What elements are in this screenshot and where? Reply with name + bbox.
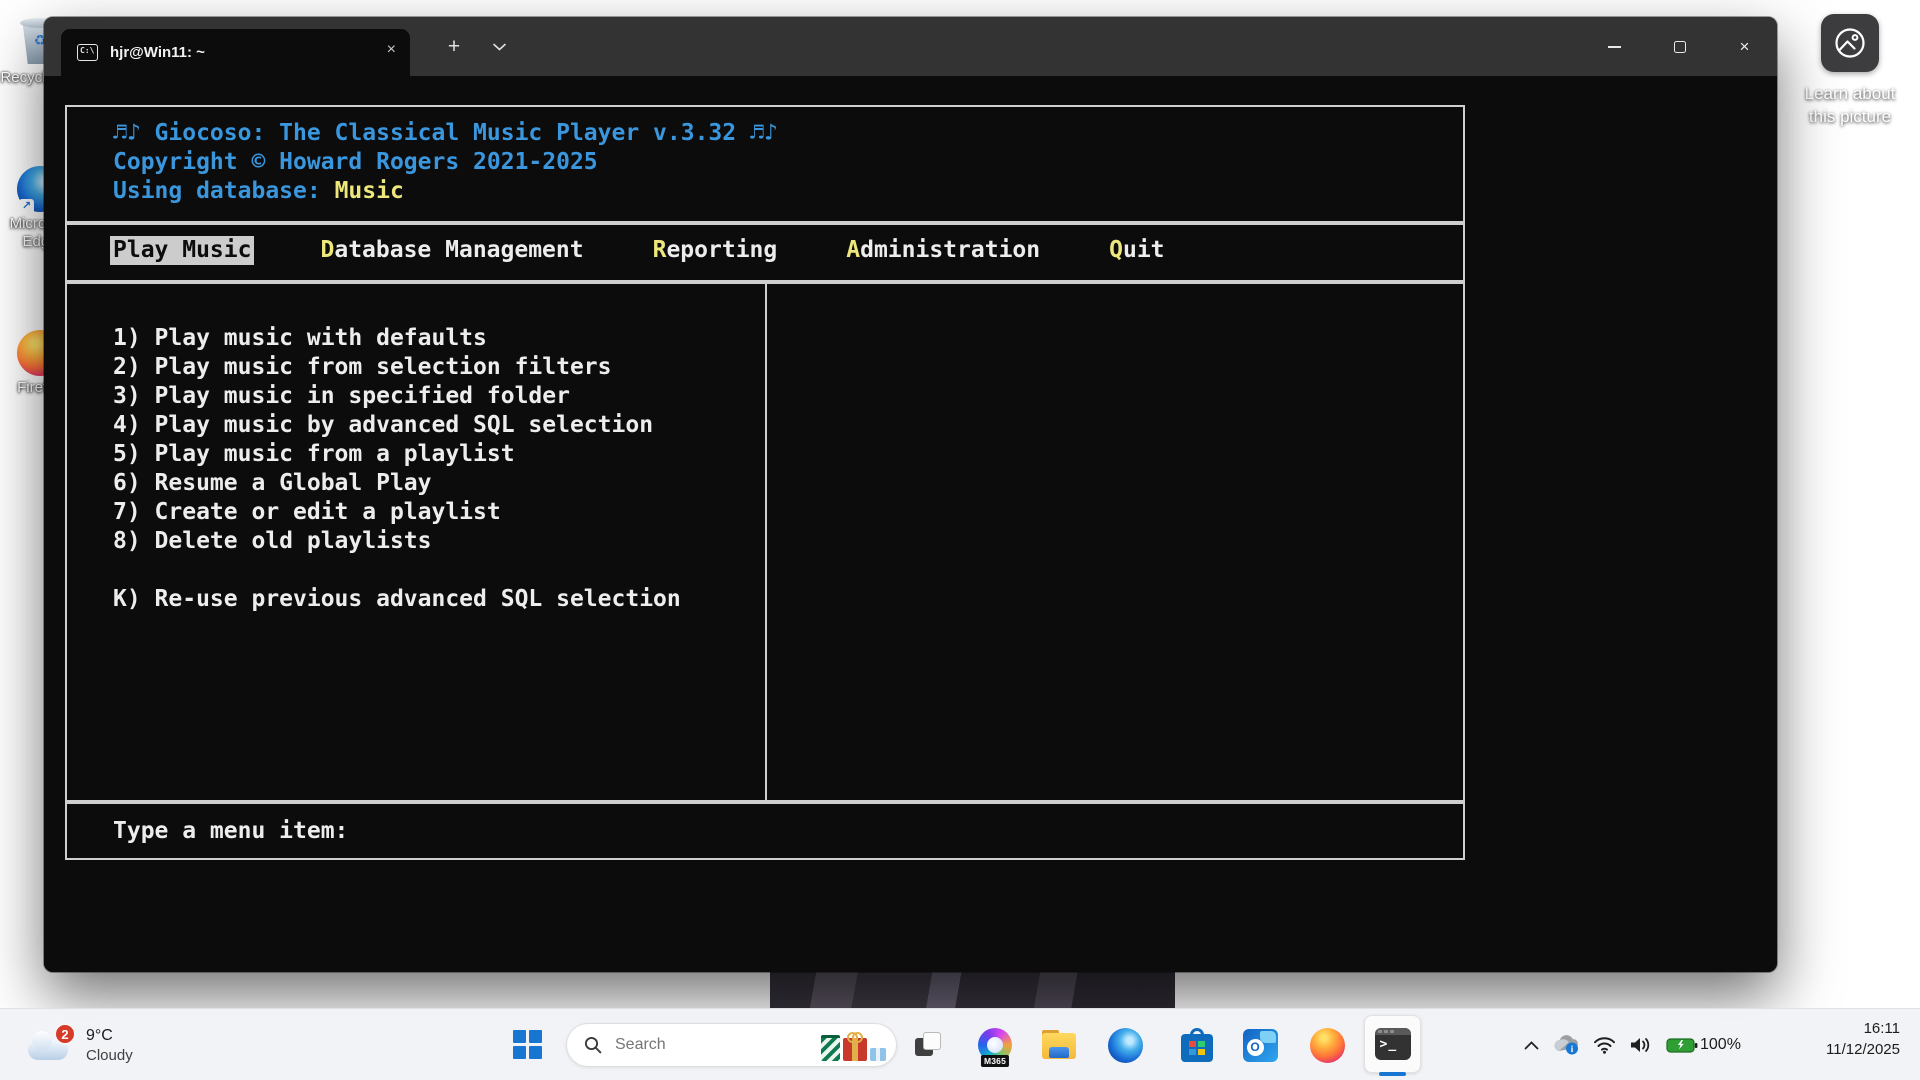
weather-temp: 9°C bbox=[86, 1027, 133, 1045]
menu-item-7[interactable]: 7) Create or edit a playlist bbox=[113, 498, 1463, 527]
menubar-item-database-management[interactable]: Database Management bbox=[320, 236, 583, 265]
firefox-button[interactable] bbox=[1308, 1026, 1346, 1064]
battery-percent: 100% bbox=[1700, 1036, 1741, 1054]
shortcut-arrow-icon: ↗ bbox=[19, 199, 34, 214]
tray-chevron-up-icon[interactable] bbox=[1524, 1041, 1539, 1050]
menu-item-8[interactable]: 8) Delete old playlists bbox=[113, 527, 1463, 556]
terminal-titlebar[interactable]: C:\ hjr@Win11: ~ × + × bbox=[44, 17, 1777, 76]
m365-badge: M365 bbox=[981, 1055, 1009, 1067]
outlook-icon: O bbox=[1243, 1029, 1278, 1062]
new-tab-button[interactable]: + bbox=[436, 17, 472, 76]
holiday-gifts-icon bbox=[821, 1035, 886, 1061]
tab-close-button[interactable]: × bbox=[387, 41, 396, 59]
tray-time: 16:11 bbox=[1826, 1020, 1900, 1037]
outlook-button[interactable]: O bbox=[1241, 1026, 1279, 1064]
cloud-icon: 2 bbox=[26, 1028, 72, 1062]
close-button[interactable]: × bbox=[1712, 17, 1777, 76]
learn-about-picture-widget[interactable]: Learn about this picture bbox=[1796, 14, 1904, 128]
pane-divider bbox=[765, 284, 767, 800]
chevron-down-icon bbox=[493, 43, 506, 51]
search-icon bbox=[584, 1036, 602, 1054]
weather-condition: Cloudy bbox=[86, 1047, 133, 1064]
giocoso-header-panel: ♬♪ Giocoso: The Classical Music Player v… bbox=[65, 105, 1465, 223]
giocoso-menu-panel: 1) Play music with defaults 2) Play musi… bbox=[65, 282, 1465, 802]
firefox-icon bbox=[1310, 1028, 1345, 1063]
start-button[interactable] bbox=[513, 1030, 543, 1060]
folder-icon bbox=[1041, 1030, 1077, 1060]
learn-about-label-line1: Learn about bbox=[1805, 84, 1896, 103]
notification-badge: 2 bbox=[54, 1023, 76, 1045]
menu-item-4[interactable]: 4) Play music by advanced SQL selection bbox=[113, 411, 1463, 440]
battery-icon bbox=[1666, 1036, 1698, 1054]
search-box[interactable] bbox=[566, 1023, 897, 1067]
m365-copilot-button[interactable]: M365 bbox=[976, 1026, 1014, 1064]
edge-button[interactable] bbox=[1106, 1026, 1144, 1064]
wifi-icon[interactable] bbox=[1593, 1036, 1616, 1054]
active-app-indicator bbox=[1379, 1072, 1406, 1076]
microsoft-store-button[interactable] bbox=[1178, 1026, 1216, 1064]
weather-widget[interactable]: 2 9°C Cloudy bbox=[26, 1009, 133, 1080]
task-view-icon bbox=[909, 1029, 947, 1061]
tab-dropdown-button[interactable] bbox=[482, 17, 516, 76]
search-input[interactable] bbox=[615, 1036, 765, 1054]
menubar-item-quit[interactable]: Quit bbox=[1109, 236, 1164, 265]
store-icon bbox=[1181, 1028, 1213, 1062]
menubar-item-administration[interactable]: Administration bbox=[846, 236, 1040, 265]
menu-item-3[interactable]: 3) Play music in specified folder bbox=[113, 382, 1463, 411]
terminal-tab[interactable]: C:\ hjr@Win11: ~ × bbox=[61, 29, 410, 76]
edge-icon bbox=[1108, 1028, 1143, 1063]
menu-item-2[interactable]: 2) Play music from selection filters bbox=[113, 353, 1463, 382]
tab-title: hjr@Win11: ~ bbox=[110, 44, 205, 61]
tray-date: 11/12/2025 bbox=[1826, 1041, 1900, 1058]
taskbar: 2 9°C Cloudy M365 bbox=[0, 1008, 1920, 1080]
terminal-window: C:\ hjr@Win11: ~ × + × ♬♪ Giocoso: The C… bbox=[44, 17, 1777, 972]
task-view-button[interactable] bbox=[909, 1026, 947, 1064]
system-tray: i 100% bbox=[1524, 1009, 1741, 1080]
menu-item-5[interactable]: 5) Play music from a playlist bbox=[113, 440, 1463, 469]
speaker-icon[interactable] bbox=[1629, 1036, 1653, 1054]
menu-item-1[interactable]: 1) Play music with defaults bbox=[113, 324, 1463, 353]
command-prompt-icon: C:\ bbox=[77, 44, 98, 61]
onedrive-icon[interactable]: i bbox=[1552, 1035, 1580, 1055]
file-explorer-button[interactable] bbox=[1040, 1026, 1078, 1064]
menu-item-6[interactable]: 6) Resume a Global Play bbox=[113, 469, 1463, 498]
minimize-button[interactable] bbox=[1582, 17, 1647, 76]
clock-widget[interactable]: 16:11 11/12/2025 bbox=[1826, 1020, 1900, 1058]
terminal-taskbar-button[interactable]: >_ bbox=[1364, 1015, 1421, 1073]
app-title: ♬♪ Giocoso: The Classical Music Player v… bbox=[113, 119, 1463, 148]
menubar-item-play-music[interactable]: Play Music bbox=[110, 236, 254, 265]
terminal-icon: >_ bbox=[1375, 1028, 1411, 1060]
maximize-button[interactable] bbox=[1647, 17, 1712, 76]
giocoso-menubar: Play Music Database Management Reporting Ad… bbox=[65, 223, 1465, 282]
learn-about-label-line2: this picture bbox=[1809, 107, 1891, 126]
battery-status[interactable]: 100% bbox=[1666, 1036, 1741, 1054]
copyright-line: Copyright © Howard Rogers 2021-2025 bbox=[113, 148, 1463, 177]
database-name: Music bbox=[335, 178, 404, 204]
picture-icon bbox=[1821, 14, 1879, 72]
giocoso-prompt-panel[interactable]: Type a menu item: bbox=[65, 802, 1465, 860]
terminal-content: ♬♪ Giocoso: The Classical Music Player v… bbox=[44, 76, 1777, 972]
menu-item-k[interactable]: K) Re-use previous advanced SQL selectio… bbox=[113, 585, 1463, 614]
desktop: ♻ Recycle Bin ↗ Microsoft Edge Firefox L… bbox=[0, 0, 1920, 1080]
database-label: Using database: bbox=[113, 178, 335, 204]
menubar-item-reporting[interactable]: Reporting bbox=[653, 236, 778, 265]
menu-prompt: Type a menu item: bbox=[113, 817, 1463, 846]
